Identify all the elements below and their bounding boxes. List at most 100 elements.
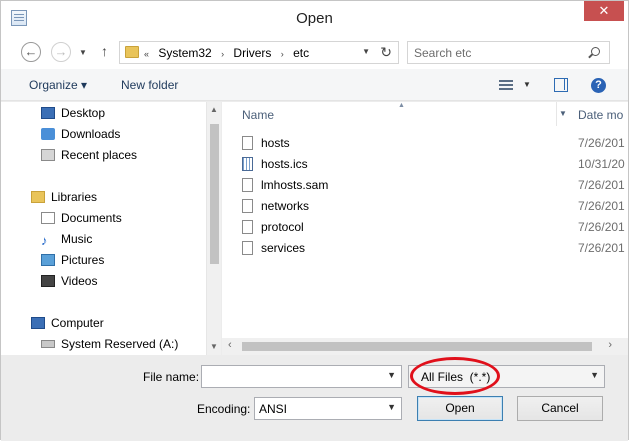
file-list: Name ▲ ▼ Date mo hosts 7/26/201 hosts.ic… (222, 102, 628, 355)
window-title: Open (296, 10, 333, 27)
search-box[interactable] (407, 41, 610, 64)
column-header-date[interactable]: Date mo (578, 108, 623, 122)
navigation-pane: Desktop Downloads Recent places Librarie… (1, 102, 221, 355)
breadcrumb-separator[interactable]: › (221, 49, 224, 59)
sidebar-item-recent-places[interactable]: Recent places (41, 145, 137, 165)
file-icon (242, 241, 253, 255)
file-list-horizontal-scrollbar[interactable]: ‹ › (222, 338, 628, 355)
file-name-label: File name: (143, 370, 200, 384)
drive-icon (41, 340, 55, 348)
scrollbar-thumb[interactable] (210, 124, 219, 264)
file-row-hosts-ics[interactable]: hosts.ics 10/31/20 (242, 154, 628, 175)
file-name: services (261, 241, 306, 255)
sidebar-item-libraries[interactable]: Libraries (31, 187, 97, 207)
file-name: protocol (261, 220, 304, 234)
sidebar-item-label: System Reserved (A:) (61, 337, 179, 351)
open-button[interactable]: Open (417, 396, 503, 421)
file-row-networks[interactable]: networks 7/26/201 (242, 196, 628, 217)
sidebar-item-computer[interactable]: Computer (31, 313, 104, 333)
cancel-button[interactable]: Cancel (517, 396, 603, 421)
chevron-down-icon[interactable]: ▼ (387, 370, 396, 380)
recent-locations-dropdown[interactable]: ▼ (79, 48, 87, 57)
address-row: ← → ▼ ↑ « System32 › Drivers › etc ▼ ↻ (1, 35, 628, 69)
sidebar-item-label: Computer (51, 316, 104, 330)
sidebar-item-label: Videos (61, 274, 98, 288)
breadcrumb-etc[interactable]: etc (293, 46, 309, 60)
sidebar-item-downloads[interactable]: Downloads (41, 124, 120, 144)
file-date: 7/26/201 (578, 199, 625, 213)
chevron-down-icon[interactable]: ▼ (387, 402, 396, 412)
file-name: hosts (261, 136, 290, 150)
red-highlight-annotation (410, 357, 500, 395)
folder-icon (125, 46, 139, 58)
breadcrumb-separator[interactable]: › (281, 49, 284, 59)
libraries-icon (31, 191, 45, 203)
scroll-left-arrow-icon[interactable]: ‹ (228, 339, 232, 351)
recent-places-icon (41, 149, 55, 161)
file-name-input[interactable] (205, 369, 380, 384)
organize-menu[interactable]: Organize ▾ (29, 78, 87, 92)
sort-ascending-icon: ▲ (398, 102, 405, 109)
sidebar-item-label: Documents (61, 211, 122, 225)
breadcrumb-overflow[interactable]: « (144, 49, 149, 59)
search-icon[interactable] (591, 47, 600, 56)
preview-pane-icon[interactable] (554, 78, 568, 92)
column-header-name[interactable]: Name (242, 108, 274, 122)
up-button[interactable]: ↑ (101, 43, 108, 59)
view-options-dropdown[interactable]: ▼ (523, 80, 531, 89)
file-date: 7/26/201 (578, 241, 625, 255)
file-row-hosts[interactable]: hosts 7/26/201 (242, 133, 628, 154)
file-name: lmhosts.sam (261, 178, 329, 192)
chevron-down-icon[interactable]: ▼ (590, 370, 599, 380)
file-row-lmhosts-sam[interactable]: lmhosts.sam 7/26/201 (242, 175, 628, 196)
encoding-select[interactable]: ANSI ▼ (254, 397, 402, 420)
title-bar: Open ✕ (1, 1, 628, 35)
downloads-icon (41, 128, 55, 140)
sidebar-item-pictures[interactable]: Pictures (41, 250, 104, 270)
breadcrumb: « System32 › Drivers › etc (144, 46, 315, 60)
documents-icon (41, 212, 55, 224)
sidebar-item-label: Desktop (61, 106, 106, 120)
help-icon[interactable]: ? (591, 78, 606, 93)
column-filter-dropdown[interactable]: ▼ (559, 109, 567, 118)
command-toolbar: Organize ▾ New folder ▼ ? (1, 69, 628, 101)
scrollbar-thumb[interactable] (242, 342, 592, 351)
file-row-services[interactable]: services 7/26/201 (242, 238, 628, 259)
sidebar-item-label: Libraries (51, 190, 98, 204)
file-row-protocol[interactable]: protocol 7/26/201 (242, 217, 628, 238)
file-date: 10/31/20 (578, 157, 625, 171)
sidebar-item-videos[interactable]: Videos (41, 271, 97, 291)
dialog-footer: File name: ▼ All Files (*.*) ▼ Encoding:… (1, 355, 628, 441)
sidebar-item-label: Music (61, 232, 93, 246)
sidebar-item-label: Pictures (61, 253, 105, 267)
sidebar-item-label: Downloads (61, 127, 121, 141)
column-divider[interactable] (556, 102, 557, 126)
refresh-button[interactable]: ↻ (380, 44, 392, 61)
scroll-up-arrow-icon[interactable]: ▲ (210, 105, 218, 114)
new-folder-button[interactable]: New folder (121, 78, 178, 92)
videos-icon (41, 275, 55, 287)
file-icon (242, 178, 253, 192)
calendar-file-icon (242, 157, 253, 171)
close-button[interactable]: ✕ (584, 1, 624, 21)
back-button[interactable]: ← (21, 42, 41, 62)
pictures-icon (41, 254, 55, 266)
file-date: 7/26/201 (578, 220, 625, 234)
breadcrumb-system32[interactable]: System32 (158, 46, 211, 60)
address-bar[interactable]: « System32 › Drivers › etc ▼ ↻ (119, 41, 399, 64)
desktop-icon (41, 107, 55, 119)
sidebar-item-music[interactable]: ♪ Music (41, 229, 92, 249)
scroll-right-arrow-icon[interactable]: › (608, 339, 612, 351)
breadcrumb-drivers[interactable]: Drivers (233, 46, 271, 60)
address-history-dropdown[interactable]: ▼ (362, 47, 370, 56)
file-name-combobox[interactable]: ▼ (201, 365, 402, 388)
sidebar-item-documents[interactable]: Documents (41, 208, 122, 228)
sidebar-item-desktop[interactable]: Desktop (41, 103, 105, 123)
navigation-scrollbar[interactable]: ▲ ▼ (206, 102, 221, 355)
forward-button[interactable]: → (51, 42, 71, 62)
search-input[interactable] (414, 45, 584, 61)
scroll-down-arrow-icon[interactable]: ▼ (210, 342, 218, 351)
change-view-icon[interactable] (499, 80, 513, 90)
sidebar-item-system-reserved[interactable]: System Reserved (A:) (41, 334, 178, 354)
file-date: 7/26/201 (578, 136, 625, 150)
